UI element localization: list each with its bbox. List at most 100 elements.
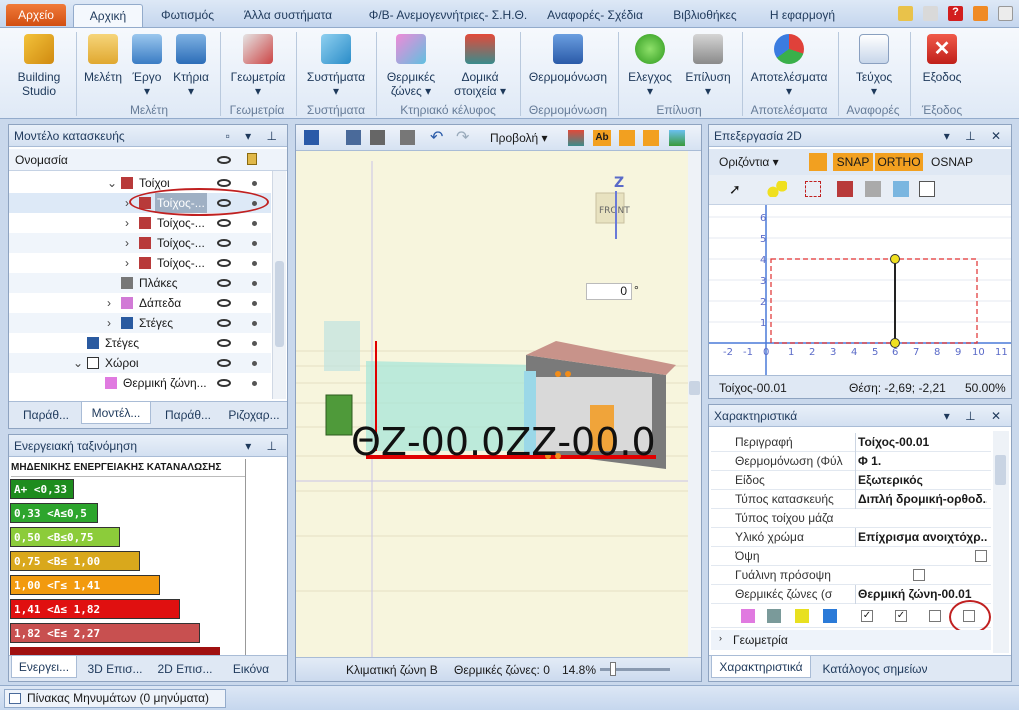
prop-description[interactable]: Περιγραφή Τοίχος-00.01 [711,433,991,452]
energy-class-bar: 1,41 <Δ≤ 1,82 [10,599,180,619]
project-button[interactable]: Έργο ▾ [126,34,168,98]
prop-insulation[interactable]: Θερμομόνωση (Φύλ Φ 1. [711,452,991,471]
tab-window-2[interactable]: Παράθ... [155,404,221,426]
tab-lighting[interactable]: Φωτισμός [150,4,225,27]
prop-glass-facade[interactable]: Γυάλινη πρόσοψη [711,566,991,585]
tree-item-spaces[interactable]: ⌄ Χώροι [9,353,271,373]
rotation-angle-input[interactable]: 0 [586,283,632,300]
check-button[interactable]: Ελεγχος ▾ [624,34,676,98]
solve-button[interactable]: Επίλυση ▾ [680,34,736,98]
building-studio-button[interactable]: Building Studio [8,34,70,98]
grid-snap-icon[interactable] [809,153,827,171]
tab-pv-wind[interactable]: Φ/Β- Ανεμογεννήτριες- Σ.Η.Θ. [358,4,538,27]
tree-item-roofs[interactable]: › Στέγες [9,313,271,333]
model-tree-scrollbar[interactable] [272,171,286,399]
prop-thermal-zones[interactable]: Θερμικές ζώνες (σ Θερμική ζώνη-00.01 [711,585,991,604]
undo-icon[interactable]: ↶ [430,127,443,147]
group-label-reports: Αναφορές [846,103,900,117]
layers-icon[interactable] [568,130,584,146]
tab-properties[interactable]: Χαρακτηριστικά [711,656,811,678]
tree-item-slabs[interactable]: Πλάκες [9,273,271,293]
energy-class-bar: 0,75 <B≤ 1,00 [10,551,140,571]
edit2d-canvas[interactable]: -2 -1 0 1 2 3 4 5 6 7 8 9 10 11 6 5 4 3 2 1 [709,205,1011,375]
tab-3d-view[interactable]: 3D Επισ... [81,658,149,680]
systems-button[interactable]: Συστήματα ▾ [300,34,372,98]
text-labels-icon[interactable]: Ab [593,130,611,146]
wall-icon[interactable] [837,181,853,197]
zoom-slider-thumb[interactable] [610,662,616,676]
tab-image[interactable]: Εικόνα [221,658,281,680]
tree-item-thermal-zone[interactable]: Θερμική ζώνη... [9,373,271,393]
viewport-vscroll[interactable] [688,151,701,657]
landscape-icon[interactable] [669,130,685,146]
ortho-toggle[interactable]: ORTHO [875,153,923,171]
tab-window-1[interactable]: Παράθ... [13,404,79,426]
points-icon[interactable] [767,181,787,197]
roof-icon[interactable] [893,181,909,197]
prop-type[interactable]: Είδος Εξωτερικός [711,471,991,490]
thermal-zones-button[interactable]: Θερμικές ζώνες ▾ [380,34,442,98]
redo-icon[interactable]: ↷ [456,127,469,147]
report-button[interactable]: Τεύχος ▾ [844,34,904,98]
grid-icon[interactable] [919,181,935,197]
structural-elements-icon [465,34,495,64]
results-button[interactable]: Αποτελέσματα ▾ [748,34,830,98]
tree-item-roofs-root[interactable]: Στέγες [9,333,271,353]
minimize-ribbon-icon[interactable] [998,6,1013,21]
lamp-icon[interactable] [619,130,635,146]
glass-facade-checkbox[interactable] [913,569,925,581]
structural-elements-button[interactable]: Δομικά στοιχεία ▾ [446,34,514,98]
tab-libraries[interactable]: Βιβλιοθήκες [660,4,750,27]
rss-icon[interactable] [973,6,988,21]
model-tree-header: Ονομασία [9,149,287,171]
insulation-button[interactable]: Θερμομόνωση [524,34,612,84]
slab-icon[interactable] [865,181,881,197]
camera-icon[interactable] [370,130,385,145]
snap-toggle[interactable]: SNAP [833,153,873,171]
tab-application[interactable]: Η εφαρμογή [755,4,850,27]
pointer-icon[interactable]: ➚ [729,181,741,198]
display-checkbox-2[interactable]: ✓ [895,610,907,622]
prop-view[interactable]: Όψη [711,547,991,566]
tree-item-floors[interactable]: › Δάπεδα [9,293,271,313]
tab-model[interactable]: Μοντέλ... [81,402,151,424]
tab-file[interactable]: Αρχείο [6,4,66,26]
save-icon[interactable] [304,130,319,145]
section-geometry[interactable]: › Γεωμετρία [711,630,991,650]
display-checkbox-3[interactable] [929,610,941,622]
tree-item-wall-3[interactable]: › Τοίχος-... [9,233,271,253]
tab-home[interactable]: Αρχική [73,4,143,27]
tab-2d-view[interactable]: 2D Επισ... [151,658,219,680]
buildings-button[interactable]: Κτήρια ▾ [168,34,214,98]
tree-item-wall-4[interactable]: › Τοίχος-... [9,253,271,273]
orientation-dropdown[interactable]: Οριζόντια ▾ [715,153,783,171]
display-checkbox-1[interactable]: ✓ [861,610,873,622]
view-checkbox[interactable] [975,550,987,562]
help-icon[interactable]: ? [948,6,963,21]
print-icon[interactable] [400,130,415,145]
tab-point-list[interactable]: Κατάλογος σημείων [815,658,935,680]
visibility-icon [217,319,231,327]
tab-reports[interactable]: Αναφορές- Σχέδια [540,4,650,27]
prop-construction[interactable]: Τύπος κατασκευής Διπλή δρομική-ορθοδ... [711,490,991,509]
tree-item-wall-2[interactable]: › Τοίχος-... [9,213,271,233]
scene-3d[interactable]: ΘΖ-00.0ΖΖ-00.0 FRONT Z [296,151,701,657]
x-tick: -2 [723,347,733,358]
polyline-icon[interactable] [805,181,821,197]
geometry-button[interactable]: Γεωμετρία ▾ [224,34,292,98]
messages-button[interactable]: Πίνακας Μηνυμάτων (0 μηνύματα) [4,689,226,708]
tab-ribbon-custom[interactable]: Ριζοχαρ... [221,404,287,426]
tab-energy[interactable]: Ενεργει... [11,656,77,678]
properties-scrollbar[interactable] [993,431,1009,653]
shading-icon[interactable] [643,130,659,146]
save-as-icon[interactable] [346,130,361,145]
tools-icon[interactable] [898,6,913,21]
exit-button[interactable]: ✕ Εξοδος [914,34,970,84]
tab-other-systems[interactable]: Άλλα συστήματα [228,4,348,27]
study-button[interactable]: Μελέτη [80,34,126,84]
osnap-toggle[interactable]: OSNAP [927,153,977,171]
projection-dropdown[interactable]: Προβολή ▾ [486,129,552,147]
prop-wall-mass[interactable]: Τύπος τοίχου μάζα [711,509,991,528]
prop-material-color[interactable]: Υλικό χρώμα Επίχρισμα ανοιχτόχρ... [711,528,991,547]
dropdown-icon[interactable] [923,6,938,21]
